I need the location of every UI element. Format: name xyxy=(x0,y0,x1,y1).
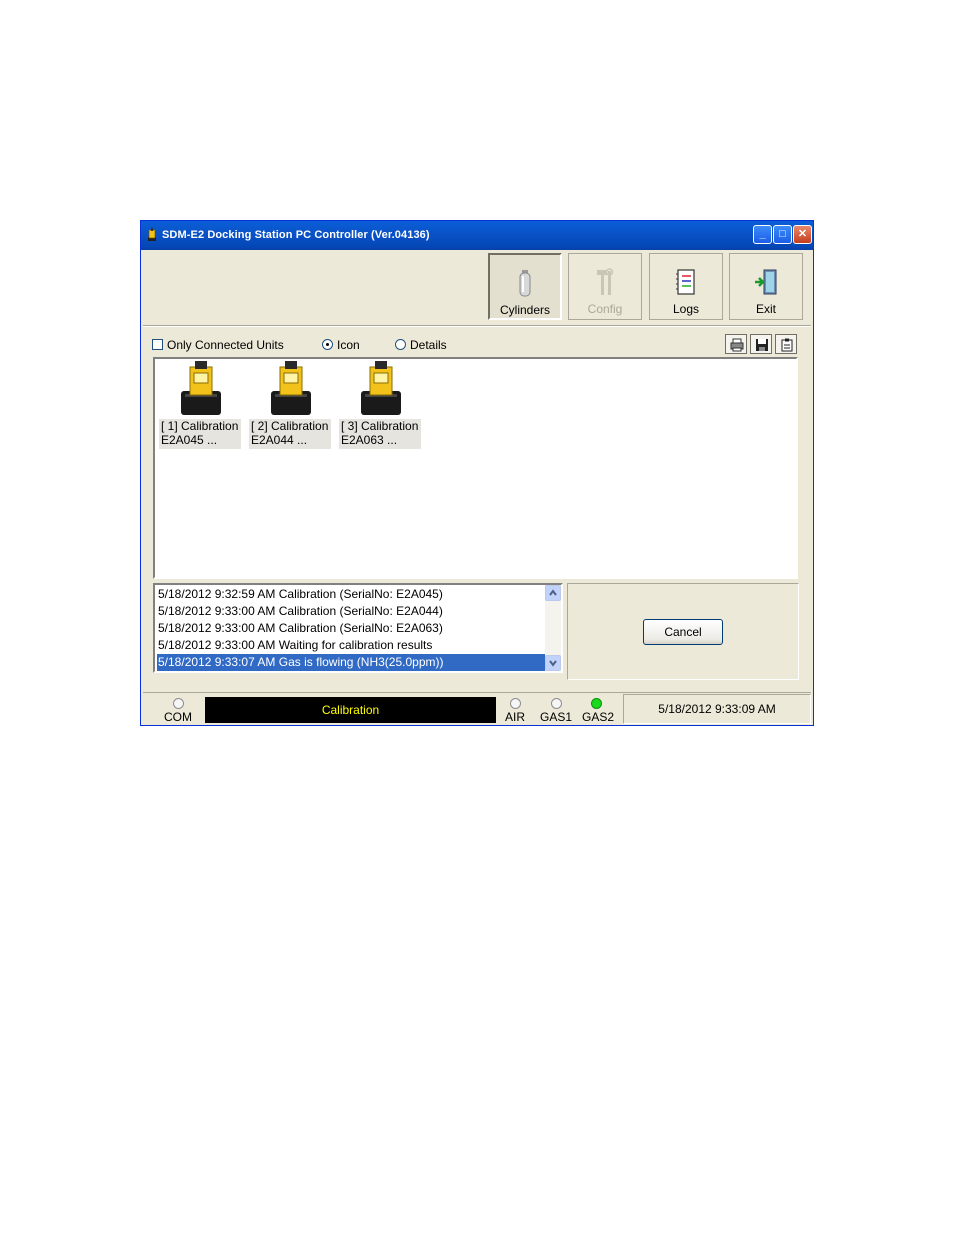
unit-caption: [ 3] Calibration E2A063 ... xyxy=(339,419,421,449)
log-entry[interactable]: 5/18/2012 9:33:00 AM Waiting for calibra… xyxy=(157,637,548,654)
exit-label: Exit xyxy=(755,302,776,316)
log-entry[interactable]: 5/18/2012 9:33:00 AM Calibration (Serial… xyxy=(157,603,548,620)
cylinders-button[interactable]: Cylinders xyxy=(488,253,562,320)
air-label: AIR xyxy=(505,710,526,724)
close-icon: ✕ xyxy=(797,228,808,240)
checkbox-box xyxy=(152,339,163,350)
cancel-button[interactable]: Cancel xyxy=(643,619,723,645)
docking-station-icon xyxy=(271,361,311,415)
docking-station-icon xyxy=(181,361,221,415)
gas2-indicator-icon xyxy=(591,698,602,709)
docking-station-icon xyxy=(361,361,401,415)
unit-caption: [ 1] Calibration E2A045 ... xyxy=(159,419,241,449)
toolbar-separator xyxy=(143,325,811,327)
exit-button[interactable]: Exit xyxy=(729,253,803,320)
gas1-indicator-icon xyxy=(551,698,562,709)
app-window: SDM-E2 Docking Station PC Controller (Ve… xyxy=(140,220,814,726)
logs-button[interactable]: Logs xyxy=(649,253,723,320)
gas1-label: GAS1 xyxy=(540,710,573,724)
docking-station-app-icon xyxy=(148,228,156,241)
unit-serial: E2A063 ... xyxy=(341,433,398,447)
config-button[interactable]: Config xyxy=(568,253,642,320)
maximize-icon: □ xyxy=(779,228,786,240)
log-entry-selected[interactable]: 5/18/2012 9:33:07 AM Gas is flowing (NH3… xyxy=(157,654,548,671)
log-entry[interactable]: 5/18/2012 9:32:59 AM Calibration (Serial… xyxy=(157,586,548,603)
save-icon xyxy=(756,339,768,351)
title-bar[interactable]: SDM-E2 Docking Station PC Controller (Ve… xyxy=(141,221,813,250)
minimize-button[interactable]: _ xyxy=(753,225,772,244)
unit-status: [ 3] Calibration xyxy=(341,419,419,433)
print-button[interactable] xyxy=(725,334,747,354)
details-view-radio[interactable]: Details xyxy=(395,338,447,352)
only-connected-label: Only Connected Units xyxy=(167,338,284,352)
window-title: SDM-E2 Docking Station PC Controller (Ve… xyxy=(162,229,430,241)
log-scrollbar[interactable] xyxy=(545,585,561,671)
print-icon xyxy=(730,338,744,352)
scroll-down-button[interactable] xyxy=(545,655,561,671)
event-log-list[interactable]: 5/18/2012 9:32:59 AM Calibration (Serial… xyxy=(153,583,563,673)
action-panel: Cancel xyxy=(567,583,799,680)
cylinders-label: Cylinders xyxy=(499,303,550,317)
datetime-display: 5/18/2012 9:33:09 AM xyxy=(623,694,811,724)
com-label: COM xyxy=(164,710,192,724)
save-button[interactable] xyxy=(750,334,772,354)
unit-item[interactable]: [ 3] Calibration E2A063 ... xyxy=(337,361,423,453)
clipboard-icon xyxy=(781,338,793,352)
chevron-up-icon xyxy=(549,589,557,596)
radio-dot xyxy=(395,339,406,350)
icon-view-label: Icon xyxy=(337,338,360,352)
tools-icon xyxy=(597,268,614,295)
cylinder-icon xyxy=(519,270,531,297)
unit-serial: E2A045 ... xyxy=(161,433,218,447)
gas2-label: GAS2 xyxy=(582,710,615,724)
log-entry[interactable]: 5/18/2012 9:33:00 AM Calibration (Serial… xyxy=(157,620,548,637)
unit-status: [ 2] Calibration xyxy=(251,419,329,433)
state-display: Calibration xyxy=(205,697,496,723)
chevron-down-icon xyxy=(549,660,557,667)
unit-status: [ 1] Calibration xyxy=(161,419,239,433)
logbook-icon xyxy=(676,269,695,295)
config-label: Config xyxy=(587,302,623,316)
icon-view-radio[interactable]: Icon xyxy=(322,338,360,352)
air-indicator-icon xyxy=(510,698,521,709)
unit-caption: [ 2] Calibration E2A044 ... xyxy=(249,419,331,449)
unit-item[interactable]: [ 2] Calibration E2A044 ... xyxy=(247,361,333,453)
exit-door-icon xyxy=(755,269,777,295)
radio-dot-selected xyxy=(322,339,333,350)
logs-label: Logs xyxy=(672,302,700,316)
minimize-icon: _ xyxy=(759,228,766,240)
status-bar: COM Calibration AIR GAS1 GAS2 5/18/2012 … xyxy=(143,692,811,725)
clipboard-button[interactable] xyxy=(775,334,797,354)
only-connected-checkbox[interactable]: Only Connected Units xyxy=(152,338,284,352)
units-icon-view[interactable]: [ 1] Calibration E2A045 ... [ 2] Calibra… xyxy=(153,357,798,579)
unit-serial: E2A044 ... xyxy=(251,433,308,447)
unit-item[interactable]: [ 1] Calibration E2A045 ... xyxy=(157,361,243,453)
maximize-button[interactable]: □ xyxy=(773,225,792,244)
close-button[interactable]: ✕ xyxy=(793,225,812,244)
details-view-label: Details xyxy=(410,338,447,352)
scroll-up-button[interactable] xyxy=(545,585,561,601)
com-indicator-icon xyxy=(173,698,184,709)
